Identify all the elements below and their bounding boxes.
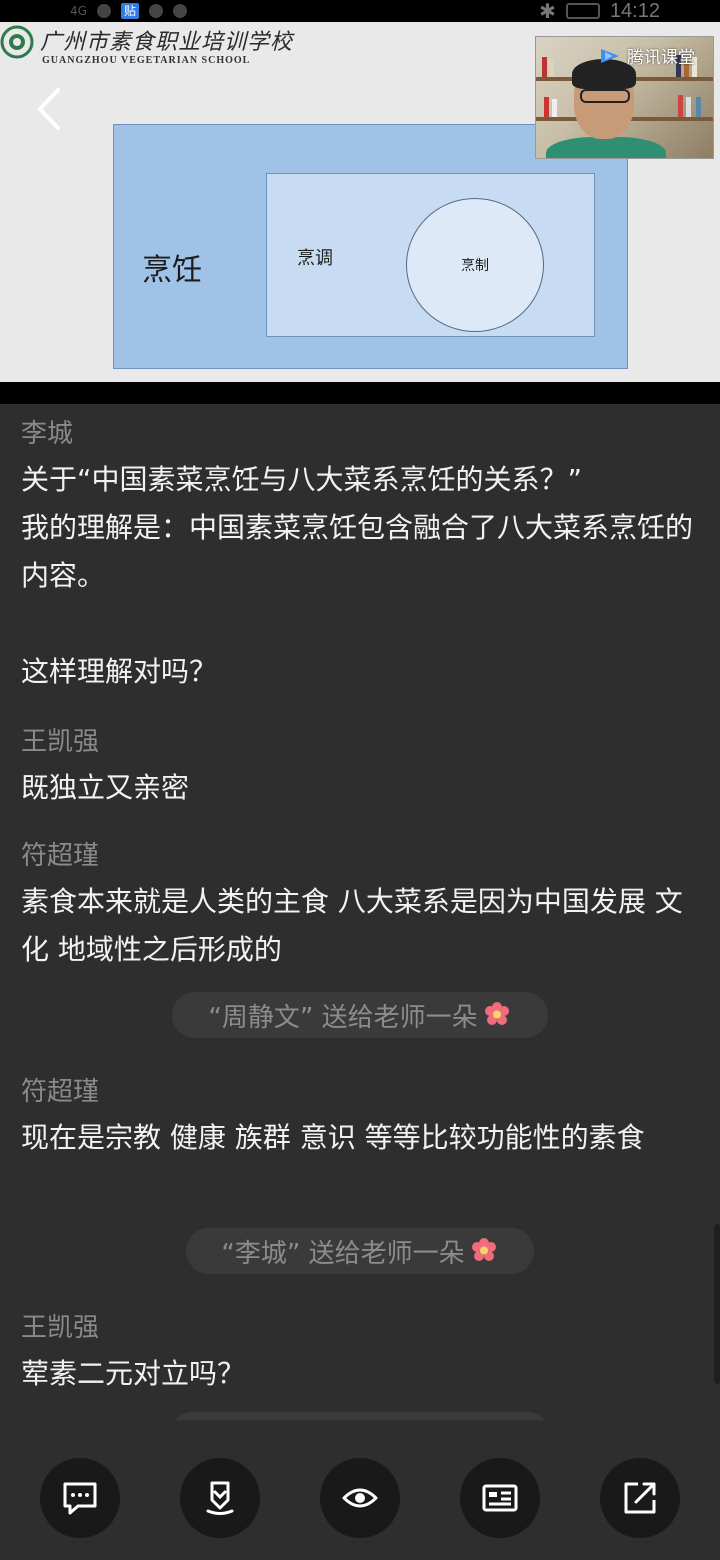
teacher-body (546, 137, 666, 158)
tencent-classroom-brand: 腾讯课堂 (599, 43, 695, 68)
live-video-area[interactable]: 广州市素食职业培训学校 GUANGZHOU VEGETARIAN SCHOOL … (0, 22, 720, 382)
school-name-cn: 广州市素食职业培训学校 (40, 30, 294, 55)
badge-button[interactable] (180, 1458, 260, 1538)
sender-name: 王凯强 (21, 727, 100, 757)
chat-button[interactable] (40, 1458, 120, 1538)
diagram-outer-box: 烹饪 烹调 烹制 (113, 124, 628, 369)
flower-icon (471, 1238, 496, 1261)
id-card-icon (482, 1484, 518, 1512)
chat-message: 王凯强 荤素二元对立吗？ (21, 1306, 707, 1398)
gift-text: “李城” 送给老师一朵 (221, 1238, 465, 1269)
message-text: 荤素二元对立吗？ (21, 1357, 246, 1390)
status-right: ✱ 14:12 (539, 0, 660, 23)
view-button[interactable] (320, 1458, 400, 1538)
message-text: 素食本来就是人类的主食 八大菜系是因为中国发展 文化 地域性之后形成的 (21, 885, 683, 966)
outer-label: 烹饪 (142, 253, 202, 288)
chat-message: 李城 关于“中国素菜烹饪与八大菜系烹饪的关系？” 我的理解是：中国素菜烹饪包含融… (21, 412, 707, 696)
status-bar: 4G 贴 ✱ 14:12 (0, 0, 720, 23)
gift-notice: “周静文” 送给老师一朵 (172, 992, 548, 1038)
share-icon (624, 1482, 656, 1514)
chat-list[interactable]: 李城 关于“中国素菜烹饪与八大菜系烹饪的关系？” 我的理解是：中国素菜烹饪包含融… (0, 404, 720, 1420)
battery-icon (565, 3, 600, 19)
chat-message: 符超瑾 现在是宗教 健康 族群 意识 等等比较功能性的素食 (21, 1070, 707, 1162)
bluetooth-icon: ✱ (539, 0, 556, 23)
notification-badge: 贴 (120, 3, 139, 19)
teacher-glasses (580, 89, 630, 103)
message-text: 现在是宗教 健康 族群 意识 等等比较功能性的素食 (21, 1121, 645, 1154)
shield-icon (206, 1481, 234, 1515)
gift-text: “周静文” 送给老师一朵 (208, 1002, 478, 1033)
chevron-left-icon (38, 88, 60, 130)
brand-text: 腾讯课堂 (627, 48, 695, 68)
message-text: 既独立又亲密 (21, 771, 190, 804)
flower-icon (484, 1002, 509, 1025)
gift-notice-partial (170, 1412, 550, 1420)
app-icon (148, 4, 163, 18)
diagram-circle: 烹制 (406, 198, 544, 332)
status-left: 4G 贴 (70, 0, 187, 22)
sender-name: 符超瑾 (21, 841, 100, 871)
tencent-classroom-logo-icon (601, 48, 619, 63)
clock: 14:12 (609, 0, 660, 22)
app-icon-2 (172, 4, 187, 18)
teacher-camera-video[interactable]: 腾讯课堂 (535, 36, 714, 159)
inner-label: 烹调 (297, 248, 333, 269)
course-info-button[interactable] (460, 1458, 540, 1538)
diagram-inner-box: 烹调 烹制 (266, 173, 595, 337)
chat-bubble-icon (63, 1482, 97, 1515)
sender-name: 符超瑾 (21, 1077, 100, 1107)
circle-label: 烹制 (461, 258, 489, 274)
share-button[interactable] (600, 1458, 680, 1538)
chat-scrollbar[interactable] (714, 1224, 720, 1384)
sender-name: 李城 (21, 419, 74, 449)
wifi-icon (96, 4, 111, 18)
gift-notice: “李城” 送给老师一朵 (186, 1228, 534, 1274)
message-text: 关于“中国素菜烹饪与八大菜系烹饪的关系？” 我的理解是：中国素菜烹饪包含融合了八… (21, 463, 694, 688)
video-divider (0, 382, 720, 404)
bottom-toolbar (0, 1420, 720, 1560)
eye-icon (342, 1488, 378, 1508)
sender-name: 王凯强 (21, 1313, 100, 1343)
signal-indicator: 4G (70, 4, 87, 18)
school-logo (0, 25, 34, 59)
chat-message: 符超瑾 素食本来就是人类的主食 八大菜系是因为中国发展 文化 地域性之后形成的 (21, 834, 707, 974)
school-name-en: GUANGZHOU VEGETARIAN SCHOOL (42, 55, 251, 66)
chat-message: 王凯强 既独立又亲密 (21, 720, 707, 812)
back-button[interactable] (28, 84, 72, 134)
